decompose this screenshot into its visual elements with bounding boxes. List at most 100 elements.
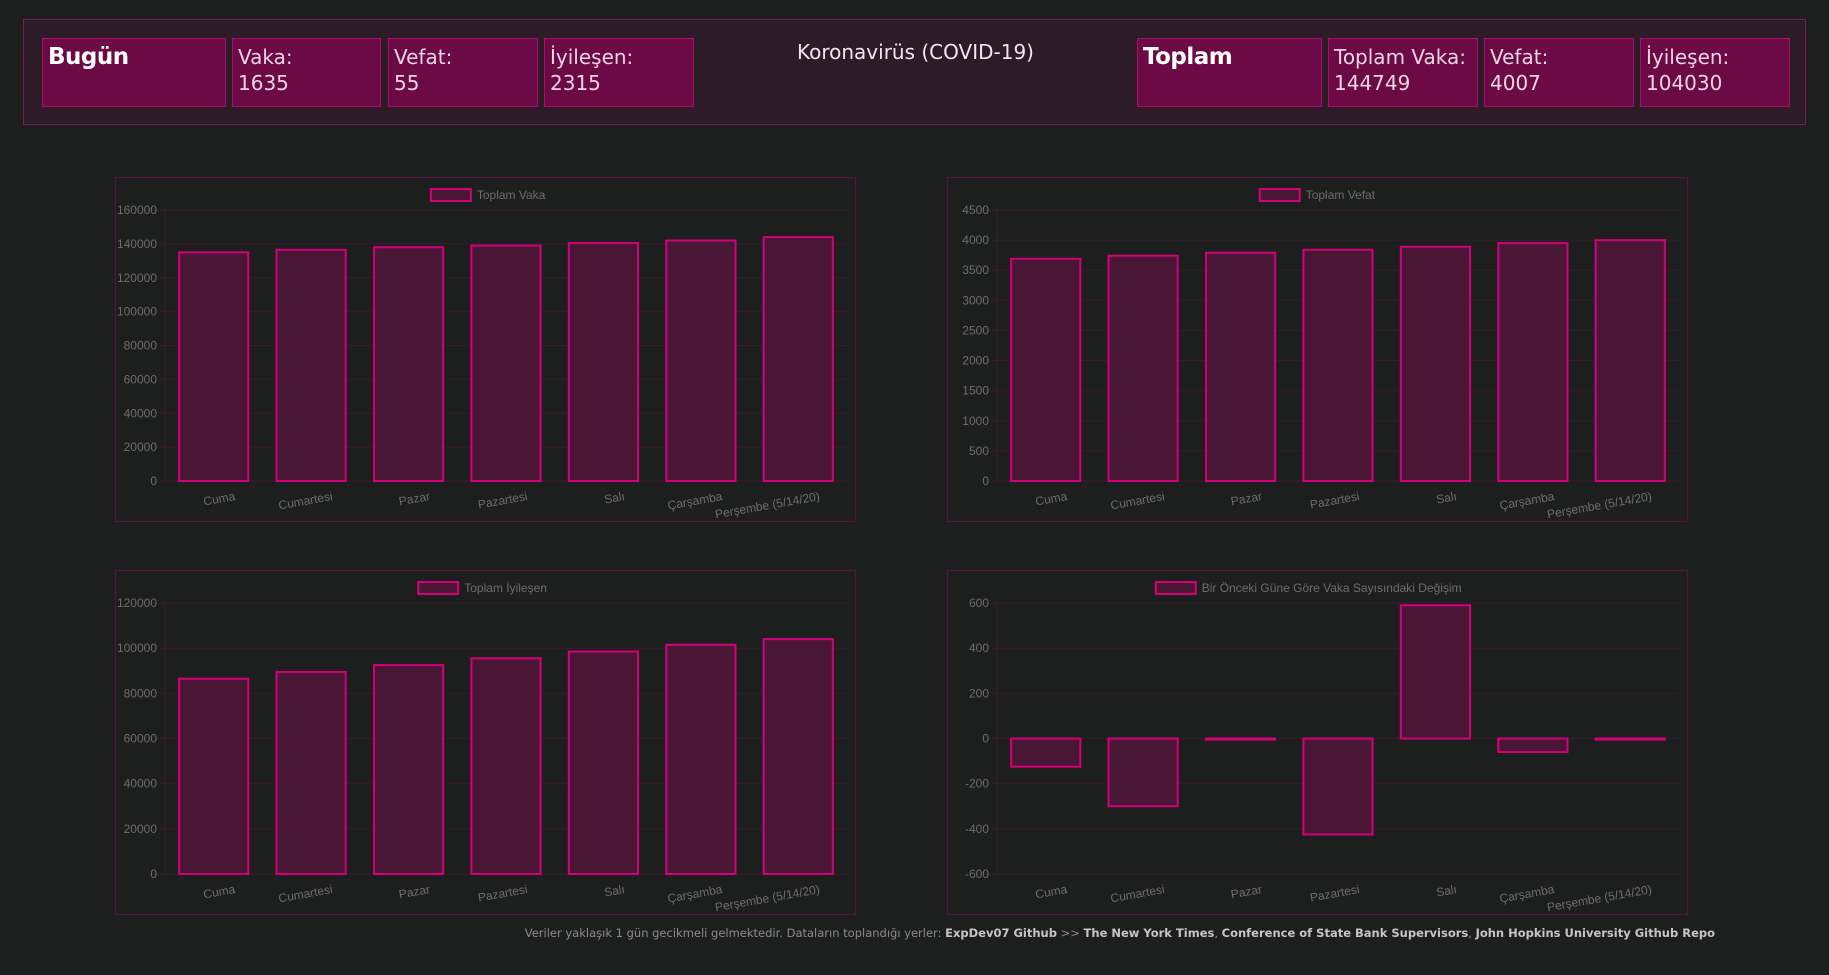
bar: [762, 638, 834, 875]
x-tick-label: Perşembe (5/14/20): [1546, 882, 1653, 914]
daily-change-chart: Bir Önceki Güne Göre Vaka Sayısındaki De…: [947, 570, 1688, 915]
total-recovered-box: İyileşen: 104030: [1640, 38, 1790, 107]
bar: [1107, 737, 1179, 808]
bar: [178, 677, 250, 876]
y-tick-label: 120000: [117, 596, 157, 610]
chart-legend: Bir Önceki Güne Göre Vaka Sayısındaki De…: [1154, 581, 1462, 595]
x-tick-label: Cuma: [1034, 489, 1068, 508]
x-tick-label: Salı: [603, 489, 626, 506]
y-tick-label: 4000: [962, 233, 989, 247]
legend-label: Bir Önceki Güne Göre Vaka Sayısındaki De…: [1202, 581, 1462, 595]
y-tick-label: 2500: [962, 323, 989, 337]
footer-comma: ,: [1214, 926, 1218, 940]
legend-swatch: [429, 188, 472, 202]
total-deaths-value: 4007: [1490, 71, 1541, 95]
bar: [275, 248, 347, 482]
bar: [372, 246, 445, 482]
bar: [372, 664, 445, 875]
x-tick-label: Pazartesi: [1309, 489, 1361, 511]
legend-swatch: [1154, 581, 1197, 595]
bar: [1399, 245, 1472, 483]
source-link-jhu[interactable]: John Hopkins University Github Repo: [1476, 926, 1715, 940]
y-tick-label: 0: [150, 867, 157, 881]
y-tick-label: 20000: [124, 822, 158, 836]
y-tick-label: -200: [965, 777, 989, 791]
bar: [567, 242, 640, 482]
total-cases-value: 144749: [1334, 71, 1411, 95]
y-tick-label: 4500: [962, 203, 989, 217]
x-tick-label: Cumartesi: [277, 489, 333, 512]
total-cases-chart: Toplam Vaka 160000 140000 120000 100000 80000…: [115, 177, 856, 522]
x-tick-label: Pazartesi: [477, 882, 529, 904]
y-tick-label: 140000: [117, 237, 157, 251]
footer-sources: Veriler yaklaşık 1 gün gecikmeli gelmekt…: [525, 926, 1715, 940]
y-tick-label: 600: [969, 596, 989, 610]
y-tick-label: 3000: [962, 293, 989, 307]
y-tick-label: 2000: [962, 354, 989, 368]
total-recovered-chart: Toplam İyileşen 120000 100000 80000 60000 400…: [115, 570, 856, 915]
chart-svg: Bir Önceki Güne Göre Vaka Sayısındaki De…: [965, 581, 1679, 914]
y-tick-label: 500: [969, 444, 989, 458]
bar: [1497, 737, 1569, 754]
x-tick-label: Salı: [1435, 882, 1458, 899]
legend-swatch: [1258, 188, 1301, 202]
bar: [178, 251, 250, 482]
total-recovered-label: İyileşen:: [1646, 45, 1730, 69]
x-tick-label: Cuma: [202, 489, 236, 508]
chart-svg: Toplam Vaka 160000 140000 120000 100000 80000…: [117, 188, 847, 521]
bar: [1204, 251, 1277, 482]
y-tick-label: -600: [965, 867, 989, 881]
bar: [1594, 737, 1666, 741]
today-recovered-value: 2315: [550, 71, 601, 95]
bar: [1302, 248, 1374, 482]
today-cases-value: 1635: [238, 71, 289, 95]
total-deaths-chart: Toplam Vefat 4500 4000 3500 3000 2500 2000 1500…: [947, 177, 1688, 522]
y-tick-label: 100000: [117, 641, 157, 655]
bar: [1010, 737, 1082, 768]
y-tick-label: 1000: [962, 414, 989, 428]
legend-label: Toplam İyileşen: [464, 581, 547, 595]
x-tick-label: Pazar: [398, 882, 431, 901]
legend-swatch: [417, 581, 460, 595]
source-link-nyt[interactable]: The New York Times: [1084, 926, 1215, 940]
bar: [1010, 257, 1082, 482]
y-tick-label: 60000: [124, 372, 158, 386]
y-tick-label: 0: [982, 732, 989, 746]
x-tick-label: Cuma: [1034, 882, 1068, 901]
y-tick-label: 40000: [124, 406, 158, 420]
x-tick-label: Salı: [603, 882, 626, 899]
x-tick-label: Pazartesi: [477, 489, 529, 511]
y-tick-label: 160000: [117, 203, 157, 217]
total-deaths-box: Vefat: 4007: [1484, 38, 1634, 107]
bar: [1107, 254, 1179, 482]
x-tick-label: Pazar: [1230, 489, 1263, 508]
chart-legend: Toplam Vefat: [1258, 188, 1376, 202]
y-tick-label: 80000: [124, 686, 158, 700]
x-tick-label: Perşembe (5/14/20): [714, 882, 821, 914]
chart-svg: Toplam Vefat 4500 4000 3500 3000 2500 2000 1500…: [962, 188, 1679, 521]
bar: [665, 643, 737, 876]
bar: [1497, 242, 1569, 482]
x-tick-label: Cumartesi: [1109, 882, 1165, 905]
y-tick-label: 1500: [962, 384, 989, 398]
stats-header: Bugün Vaka: 1635 Vefat: 55 İyileşen: 231…: [23, 19, 1806, 125]
x-tick-label: Cuma: [202, 882, 236, 901]
source-link-csbs[interactable]: Conference of State Bank Supervisors: [1222, 926, 1469, 940]
y-tick-label: 400: [969, 641, 989, 655]
total-heading: Toplam: [1143, 44, 1233, 70]
total-cases-box: Toplam Vaka: 144749: [1328, 38, 1478, 107]
x-tick-label: Cumartesi: [277, 882, 333, 905]
source-link-expdev07[interactable]: ExpDev07 Github: [945, 926, 1057, 940]
y-tick-label: 100000: [117, 305, 157, 319]
total-heading-box: Toplam: [1137, 38, 1322, 107]
x-tick-label: Pazartesi: [1309, 882, 1361, 904]
y-tick-label: 3500: [962, 263, 989, 277]
legend-label: Toplam Vefat: [1306, 188, 1376, 202]
x-tick-label: Pazar: [1230, 882, 1263, 901]
total-cases-label: Toplam Vaka:: [1334, 45, 1467, 69]
bar: [567, 650, 640, 875]
x-tick-label: Salı: [1435, 489, 1458, 506]
x-tick-label: Pazar: [398, 489, 431, 508]
y-tick-label: 20000: [124, 440, 158, 454]
bar: [1302, 737, 1374, 836]
